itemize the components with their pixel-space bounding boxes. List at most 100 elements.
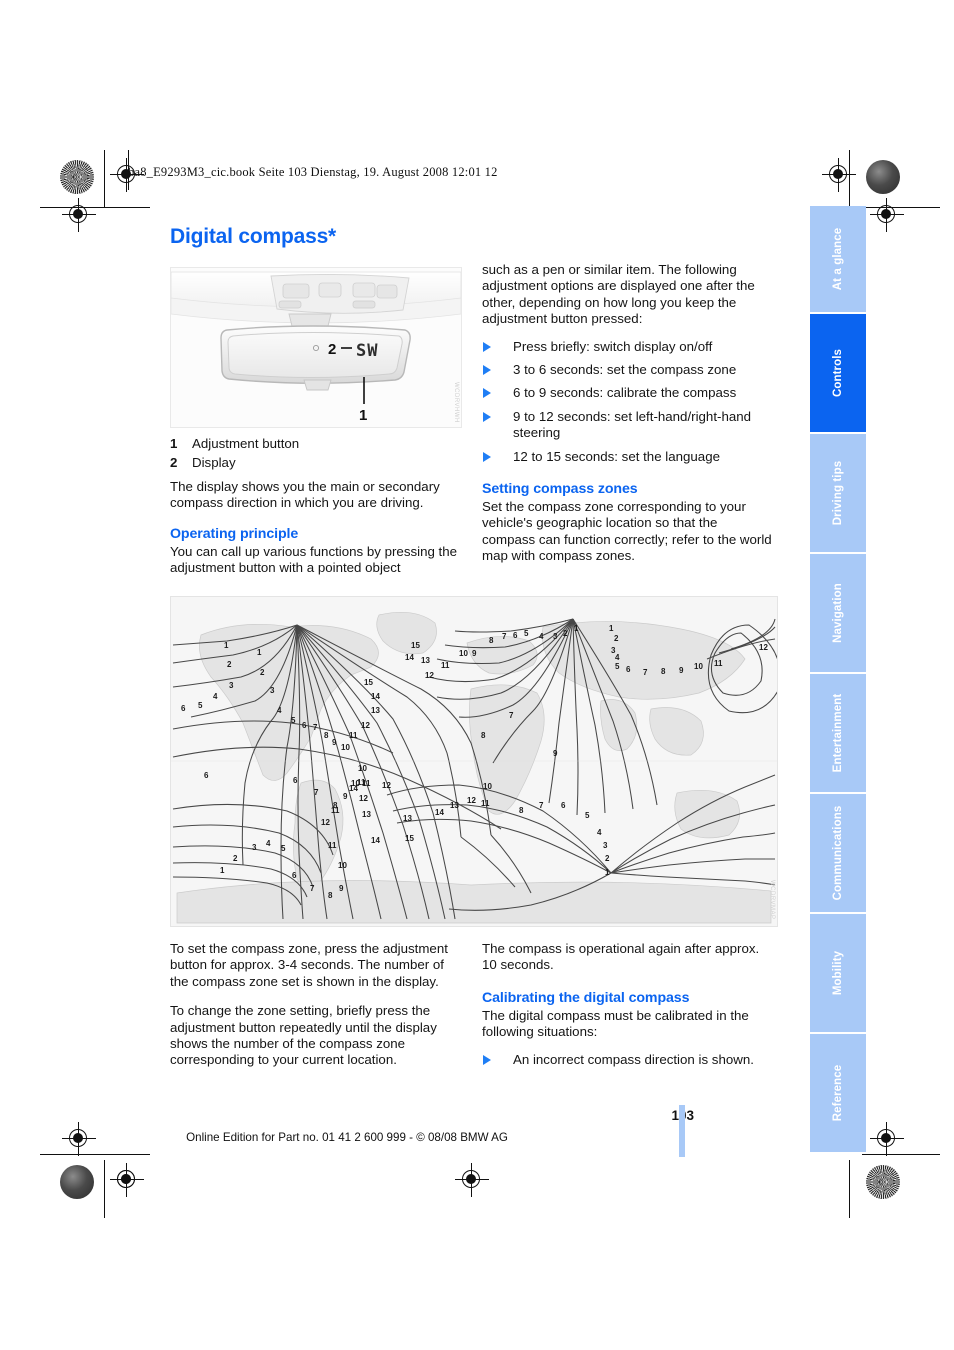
- triangle-bullet-icon: [483, 411, 491, 422]
- triangle-bullet-icon: [483, 365, 491, 376]
- adjustment-option-label: 9 to 12 seconds: set left-hand/right-han…: [513, 408, 752, 441]
- index-tab-controls[interactable]: Controls: [810, 314, 866, 434]
- map-zone-label: 10: [338, 861, 347, 870]
- index-tab-entertainment[interactable]: Entertainment: [810, 674, 866, 794]
- triangle-bullet-icon: [483, 388, 491, 399]
- index-tab-driving-tips[interactable]: Driving tips: [810, 434, 866, 554]
- map-zone-label: 13: [362, 810, 371, 819]
- map-zone-label: 6: [513, 631, 518, 640]
- map-zone-label: 1: [257, 648, 262, 657]
- heading-calibrating-digital-compass: Calibrating the digital compass: [482, 989, 690, 1006]
- map-zone-label: 10: [459, 649, 468, 658]
- map-zone-label: 1: [220, 866, 225, 875]
- mirror-display-text: SW: [356, 341, 378, 361]
- calibrating-intro-paragraph: The digital compass must be calibrated i…: [482, 1007, 749, 1040]
- index-tab-at-a-glance[interactable]: At a glance: [810, 206, 866, 314]
- index-tab-label: Driving tips: [832, 460, 844, 526]
- index-tab-label: Controls: [832, 348, 844, 398]
- index-tab-label: Communications: [832, 805, 844, 901]
- map-zone-label: 3: [603, 841, 608, 850]
- set-compass-zone-paragraph: To set the compass zone, press the adjus…: [170, 941, 448, 989]
- map-zone-label: 15: [411, 641, 420, 650]
- map-zone-label: 13: [450, 801, 459, 810]
- index-tab-label: Reference: [832, 1064, 844, 1122]
- adjustment-option-item: 12 to 15 seconds: set the language: [482, 449, 774, 465]
- map-zone-label: 2: [605, 854, 610, 863]
- density-dot-bottom-left: [60, 1165, 94, 1199]
- map-zone-label: 15: [364, 678, 373, 687]
- map-zone-label: 6: [181, 704, 186, 713]
- triangle-bullet-icon: [483, 341, 491, 352]
- book-file-slug: ba8_E9293M3_cic.book Seite 103 Dienstag,…: [128, 165, 498, 179]
- index-tab-reference[interactable]: Reference: [810, 1034, 866, 1154]
- legend-item-1: 1 Adjustment button: [170, 434, 460, 453]
- map-zone-label: 7: [509, 711, 514, 720]
- calibration-situation-label: An incorrect compass direction is shown.: [513, 1051, 754, 1067]
- map-zone-label: 9: [472, 649, 477, 658]
- page-number: 103: [0, 1108, 694, 1123]
- triangle-bullet-icon: [483, 451, 491, 462]
- change-zone-setting-paragraph: To change the zone setting, briefly pres…: [170, 1003, 437, 1068]
- map-zone-label: 8: [661, 667, 666, 676]
- crop-line-top-right-h: [862, 207, 940, 208]
- map-zone-label: 13: [403, 814, 412, 823]
- index-tab-label: Entertainment: [832, 693, 844, 773]
- map-zone-label: 12: [321, 818, 330, 827]
- map-zone-label: 11: [357, 778, 366, 787]
- callout-label-2: 2: [328, 341, 336, 358]
- calibration-situation-item: An incorrect compass direction is shown.: [482, 1052, 774, 1068]
- map-zone-label: 8: [328, 891, 333, 900]
- map-zone-label: 6: [302, 721, 307, 730]
- crop-line-top-left-h: [40, 207, 150, 208]
- map-zone-label: 4: [213, 692, 218, 701]
- index-tab-navigation[interactable]: Navigation: [810, 554, 866, 674]
- map-zone-label-layer: 1 2 3 4 5 6 1 2 3 4 5 6 7 8 9 10 11 12 13 14 15 15 14 13 12 11 10 9…: [171, 597, 777, 926]
- map-zone-label: 9: [339, 884, 344, 893]
- map-zone-label: 5: [615, 662, 620, 671]
- map-zone-label: 10: [483, 782, 492, 791]
- right-column-bottom: The compass is operational again after a…: [482, 941, 774, 1075]
- registration-mark-bottom-left: [110, 1163, 144, 1197]
- map-zone-label: 3: [270, 686, 275, 695]
- mirror-illustration-svg: SW 2 1: [171, 268, 461, 427]
- map-zone-label: 15: [405, 834, 414, 843]
- map-zone-label: 1: [609, 624, 614, 633]
- map-zone-label: 12: [425, 671, 434, 680]
- map-zone-label: 12: [759, 643, 768, 652]
- map-zone-label: 8: [324, 731, 329, 740]
- map-zone-label: 4: [266, 839, 271, 848]
- map-zone-label: 3: [553, 632, 558, 641]
- map-watermark: WCDRVMAP: [769, 880, 775, 920]
- adjustment-options-list: Press briefly: switch display on/off 3 t…: [482, 339, 774, 465]
- registration-mark-bottom-center: [110, 1163, 144, 1197]
- index-tab-label: Navigation: [832, 583, 844, 643]
- map-zone-label: 7: [643, 668, 648, 677]
- map-zone-label: 7: [502, 632, 507, 641]
- adjustment-option-item: 6 to 9 seconds: calibrate the compass: [482, 385, 774, 401]
- map-zone-label: 8: [481, 731, 486, 740]
- registration-mark-right-upper: [870, 198, 904, 232]
- map-zone-label: 1: [574, 624, 579, 633]
- density-dot-top-right: [866, 160, 900, 194]
- index-tab-mobility[interactable]: Mobility: [810, 914, 866, 1034]
- map-zone-label: 10: [358, 764, 367, 773]
- map-zone-label: 13: [371, 706, 380, 715]
- map-zone-label: 11: [349, 731, 358, 740]
- map-zone-label: 6: [292, 871, 297, 880]
- map-zone-label: 4: [539, 632, 544, 641]
- map-zone-label: 2: [227, 660, 232, 669]
- map-zone-label: 1: [605, 868, 610, 877]
- index-tab-communications[interactable]: Communications: [810, 794, 866, 914]
- map-zone-label: 7: [310, 884, 315, 893]
- map-zone-label: 9: [332, 738, 337, 747]
- map-zone-label: 12: [359, 794, 368, 803]
- map-zone-label: 7: [314, 788, 319, 797]
- map-zone-label: 5: [198, 701, 203, 710]
- callout-label-1: 1: [359, 407, 367, 424]
- map-zone-label: 11: [714, 659, 723, 668]
- map-zone-label: 3: [252, 843, 257, 852]
- map-zone-label: 7: [539, 801, 544, 810]
- map-zone-label: 11: [328, 841, 337, 850]
- map-zone-label: 2: [233, 854, 238, 863]
- adjustment-option-label: Press briefly: switch display on/off: [513, 338, 713, 354]
